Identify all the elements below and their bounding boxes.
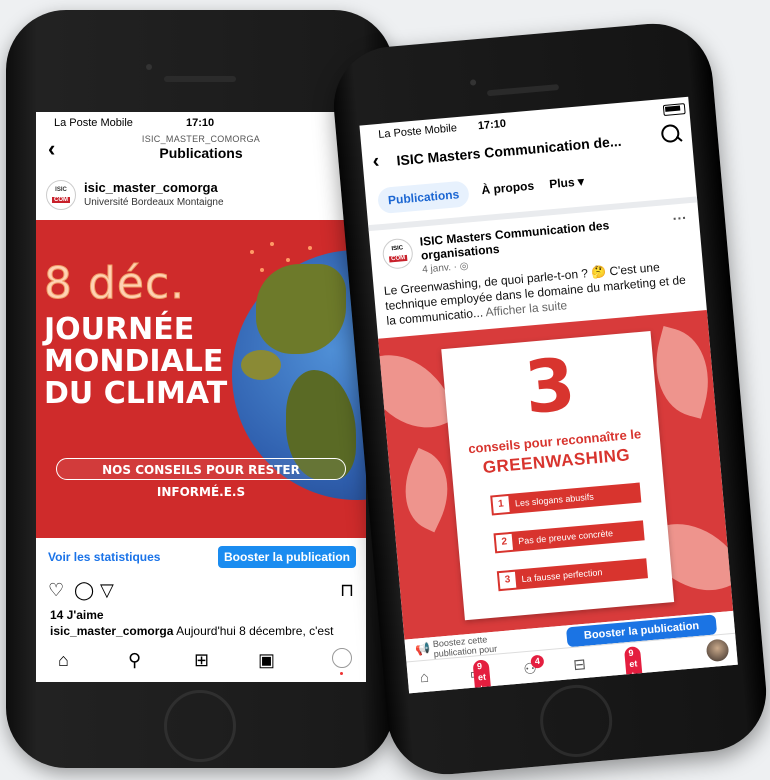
carrier-label: La Poste Mobile [377, 122, 458, 141]
tip-label: Les slogans abusifs [514, 491, 595, 509]
megaphone-icon: 📢 [414, 641, 431, 657]
post-date[interactable]: 4 janv. · ◎ [422, 261, 469, 276]
post-actions: ♡ ◯ ▽ ⊓ [36, 580, 366, 608]
profile-avatar-icon[interactable] [332, 648, 352, 668]
bookmark-icon[interactable]: ⊓ [340, 580, 354, 601]
clock: 17:10 [477, 117, 507, 133]
caption-username[interactable]: isic_master_comorga [50, 624, 173, 638]
notification-dot [340, 672, 343, 675]
avatar[interactable]: ISIC COM [381, 237, 415, 270]
avatar[interactable]: ISIC COM [46, 180, 76, 210]
instagram-header: ‹ ISIC_MASTER_COMORGA Publications [36, 132, 366, 168]
tab-publications[interactable]: Publications [376, 180, 471, 215]
comment-icon[interactable]: ◯ [74, 580, 94, 601]
notifications-icon[interactable]: ▭9 et + [469, 659, 492, 694]
post-image[interactable]: 8 déc. JOURNÉE MONDIALE DU CLIMAT NOS CO… [36, 220, 366, 538]
caption-text: Aujourd'hui 8 décembre, c'est [176, 624, 334, 638]
image-date: 8 déc. [43, 258, 186, 310]
post-location[interactable]: Université Bordeaux Montaigne [84, 197, 224, 208]
avatar-text-bottom: COM [52, 197, 70, 203]
view-insights-link[interactable]: Voir les statistiques [48, 550, 160, 564]
tip-item: 3 La fausse perfection [496, 558, 648, 592]
headline-line-2: MONDIALE [44, 344, 224, 379]
post-image[interactable]: 3 conseils pour reconnaître le GREENWASH… [378, 309, 734, 640]
profile-avatar-icon[interactable] [705, 638, 730, 663]
marketplace-icon[interactable]: ⊟ [572, 655, 587, 674]
avatar-text-top: ISIC [55, 187, 67, 193]
clock: 17:10 [186, 117, 215, 129]
notification-badge: 4 [530, 654, 545, 669]
boost-post-button[interactable]: Booster la publication [218, 546, 356, 568]
home-button[interactable] [537, 681, 616, 760]
create-post-icon[interactable]: ⊞ [194, 650, 209, 671]
home-icon[interactable]: ⌂ [58, 650, 69, 671]
menu-icon[interactable]: ▤9 et + [623, 646, 643, 683]
insights-bar: Voir les statistiques Booster la publica… [36, 538, 366, 578]
post-username[interactable]: isic_master_comorga [84, 180, 218, 195]
tip-label: Pas de preuve concrète [517, 528, 614, 547]
headline-line-1: JOURNÉE [44, 312, 195, 347]
avatar-text-top: ISIC [391, 245, 404, 253]
tip-number: 1 [492, 496, 510, 514]
battery-icon [662, 103, 686, 117]
search-icon[interactable] [660, 123, 681, 144]
heart-icon[interactable]: ♡ [48, 580, 64, 601]
earpiece-speaker [486, 84, 560, 97]
card-number: 3 [521, 341, 579, 430]
avatar-text-bottom: COM [388, 254, 408, 263]
headline-line-3: DU CLIMAT [44, 376, 228, 411]
reels-icon[interactable]: ▣ [258, 650, 275, 671]
post-caption: isic_master_comorga Aujourd'hui 8 décemb… [50, 624, 360, 638]
more-options-icon[interactable]: ··· [672, 209, 687, 226]
search-icon[interactable]: ⚲ [128, 650, 141, 671]
likes-count[interactable]: 14 J'aime [50, 608, 104, 622]
tip-item: 1 Les slogans abusifs [490, 482, 642, 516]
tab-about[interactable]: À propos [481, 179, 535, 198]
tips-card: 3 conseils pour reconnaître le GREENWASH… [441, 330, 675, 621]
image-headline: JOURNÉE MONDIALE DU CLIMAT [44, 314, 284, 410]
tab-more[interactable]: Plus ▾ [549, 174, 585, 191]
image-banner: NOS CONSEILS POUR RESTER INFORMÉ.E.S [56, 458, 346, 499]
status-bar: La Poste Mobile 17:10 [36, 112, 366, 132]
tip-number: 2 [495, 533, 514, 552]
front-camera [469, 79, 477, 86]
header-username: ISIC_MASTER_COMORGA [141, 134, 261, 144]
home-button[interactable] [164, 690, 236, 762]
post-header: ISIC COM isic_master_comorga Université … [36, 176, 366, 216]
instagram-screen: La Poste Mobile 17:10 ‹ ISIC_MASTER_COMO… [36, 112, 366, 682]
tip-item: 2 Pas de preuve concrète [493, 520, 645, 554]
phone-facebook: La Poste Mobile 17:10 ‹ ISIC Masters Com… [328, 18, 770, 780]
people-icon[interactable]: ⚇ 4 [523, 654, 545, 678]
bottom-nav: ⌂ ⚲ ⊞ ▣ [36, 640, 366, 680]
back-chevron-icon[interactable]: ‹ [372, 150, 381, 173]
tip-label: La fausse perfection [521, 567, 603, 585]
tip-number: 3 [498, 571, 517, 590]
post-page-name[interactable]: ISIC Masters Communication des organisat… [419, 215, 651, 262]
carrier-label: La Poste Mobile [54, 117, 133, 129]
mockup-scene: La Poste Mobile 17:10 ‹ ISIC_MASTER_COMO… [0, 0, 770, 780]
home-icon[interactable]: ⌂ [419, 669, 430, 687]
page-title: Publications [159, 145, 243, 161]
facebook-screen: La Poste Mobile 17:10 ‹ ISIC Masters Com… [359, 96, 738, 694]
front-camera [146, 64, 152, 70]
share-icon[interactable]: ▽ [100, 580, 114, 601]
earpiece-speaker [164, 76, 236, 82]
